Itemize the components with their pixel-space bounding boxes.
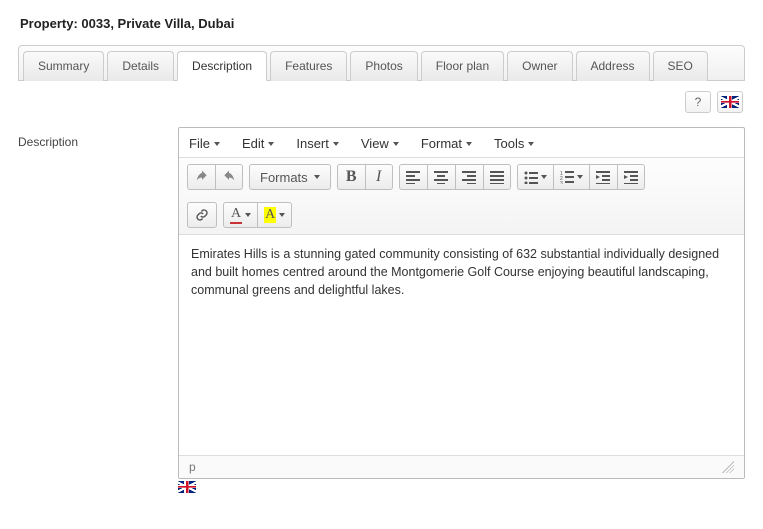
editor-content-area[interactable]: Emirates Hills is a stunning gated commu… — [179, 235, 744, 455]
uk-flag-icon[interactable] — [178, 481, 196, 493]
chevron-down-icon — [333, 142, 339, 146]
tabs-bar: Summary Details Description Features Pho… — [18, 45, 745, 81]
chevron-down-icon — [393, 142, 399, 146]
rich-text-editor: File Edit Insert View Format Tools Forma… — [178, 127, 745, 479]
chevron-down-icon — [541, 175, 547, 179]
uk-flag-icon — [721, 96, 739, 108]
numbered-list-button[interactable]: 123 — [553, 164, 589, 190]
chevron-down-icon — [245, 213, 251, 217]
chevron-down-icon — [268, 142, 274, 146]
italic-button[interactable]: I — [365, 164, 393, 190]
resize-handle[interactable] — [722, 461, 734, 473]
background-color-icon: A — [264, 207, 276, 223]
align-right-icon — [462, 170, 476, 184]
redo-icon — [222, 170, 236, 184]
tab-address[interactable]: Address — [576, 51, 650, 81]
tab-floor-plan[interactable]: Floor plan — [421, 51, 504, 81]
text-color-button[interactable]: A — [223, 202, 257, 228]
bold-button[interactable]: B — [337, 164, 365, 190]
align-left-icon — [406, 170, 420, 184]
element-path[interactable]: p — [189, 460, 196, 474]
editor-toolbar: Formats B I 123 A A — [179, 158, 744, 235]
italic-icon: I — [376, 168, 381, 186]
menu-file[interactable]: File — [189, 136, 220, 151]
align-left-button[interactable] — [399, 164, 427, 190]
chevron-down-icon — [528, 142, 534, 146]
outdent-icon — [596, 170, 610, 184]
bullet-list-icon — [524, 170, 538, 184]
menu-tools[interactable]: Tools — [494, 136, 534, 151]
language-button[interactable] — [717, 91, 743, 113]
text-color-icon: A — [230, 206, 242, 224]
tab-owner[interactable]: Owner — [507, 51, 572, 81]
tab-description[interactable]: Description — [177, 51, 267, 81]
bold-icon: B — [346, 168, 357, 186]
bullet-list-button[interactable] — [517, 164, 553, 190]
align-justify-button[interactable] — [483, 164, 511, 190]
chevron-down-icon — [314, 175, 320, 179]
numbered-list-icon: 123 — [560, 170, 574, 184]
tab-features[interactable]: Features — [270, 51, 347, 81]
link-button[interactable] — [187, 202, 217, 228]
menu-format[interactable]: Format — [421, 136, 472, 151]
formats-dropdown[interactable]: Formats — [249, 164, 331, 190]
menu-view[interactable]: View — [361, 136, 399, 151]
tab-summary[interactable]: Summary — [23, 51, 104, 81]
redo-button[interactable] — [215, 164, 243, 190]
chevron-down-icon — [214, 142, 220, 146]
editor-statusbar: p — [179, 455, 744, 478]
indent-button[interactable] — [617, 164, 645, 190]
align-justify-icon — [490, 170, 504, 184]
svg-text:3: 3 — [560, 181, 563, 184]
chevron-down-icon — [577, 175, 583, 179]
page-title: Property: 0033, Private Villa, Dubai — [20, 16, 745, 31]
menu-edit[interactable]: Edit — [242, 136, 274, 151]
tab-seo[interactable]: SEO — [653, 51, 708, 81]
align-center-icon — [434, 170, 448, 184]
link-icon — [194, 208, 210, 222]
menu-insert[interactable]: Insert — [296, 136, 339, 151]
chevron-down-icon — [466, 142, 472, 146]
field-label-description: Description — [18, 127, 178, 149]
undo-icon — [195, 170, 209, 184]
editor-menubar: File Edit Insert View Format Tools — [179, 128, 744, 158]
indent-icon — [624, 170, 638, 184]
help-button[interactable]: ? — [685, 91, 711, 113]
background-color-button[interactable]: A — [257, 202, 292, 228]
outdent-button[interactable] — [589, 164, 617, 190]
chevron-down-icon — [279, 213, 285, 217]
tab-photos[interactable]: Photos — [350, 51, 417, 81]
tab-details[interactable]: Details — [107, 51, 174, 81]
align-right-button[interactable] — [455, 164, 483, 190]
align-center-button[interactable] — [427, 164, 455, 190]
undo-button[interactable] — [187, 164, 215, 190]
